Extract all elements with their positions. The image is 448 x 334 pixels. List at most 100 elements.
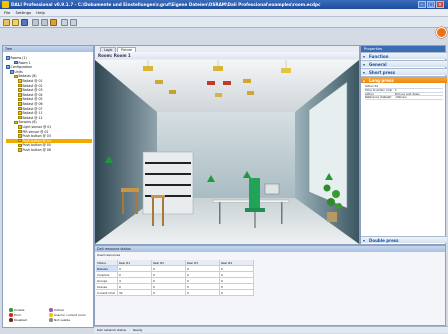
shelf-board-1	[145, 162, 191, 164]
legend-dot-icon	[9, 313, 13, 317]
ceiling-light-red-2[interactable]	[223, 81, 231, 85]
group-long-press[interactable]: ▴ Long press	[361, 76, 447, 83]
ceiling-light-red-1[interactable]	[207, 81, 215, 85]
tree-item-label: Ballast @ 04	[22, 92, 43, 97]
plant-leaf-1	[327, 198, 335, 206]
device-icon	[18, 143, 22, 148]
save-icon[interactable]	[21, 19, 28, 26]
chevron-down-icon: ▾	[363, 70, 366, 75]
folder-icon	[6, 65, 10, 69]
legend-item: Disabled	[9, 318, 27, 322]
tree-item-label: Sensors (6)	[18, 120, 37, 125]
legend-dot-icon	[9, 318, 13, 322]
folder-icon	[6, 56, 10, 60]
plant-leaf-4	[336, 203, 342, 209]
tree-item[interactable]: Push button @ 06	[6, 148, 92, 153]
device-icon	[18, 83, 22, 88]
group-general[interactable]: ▾ General	[361, 60, 447, 67]
redo-icon[interactable]	[70, 19, 77, 26]
new-file-icon[interactable]	[3, 19, 10, 26]
row-label[interactable]: Current (mA)	[96, 290, 118, 296]
table-cell: 32	[118, 290, 152, 296]
legend-label: Used in current room	[54, 313, 86, 317]
device-icon	[18, 115, 22, 120]
status-bar: Dali network status Ready	[94, 326, 448, 333]
legend-item: Error	[9, 313, 21, 317]
property-key: Reference (ballast)	[365, 96, 392, 100]
copy-icon[interactable]	[41, 19, 48, 26]
menu-file[interactable]: File	[4, 9, 10, 17]
bookshelf	[142, 151, 194, 215]
wooden-chair	[151, 195, 165, 198]
tree-item-label: Ballast @ 03	[22, 88, 43, 93]
shelf-board-3	[145, 184, 191, 186]
device-icon	[18, 97, 22, 102]
wooden-stool	[121, 188, 139, 192]
ceiling-light-2[interactable]	[213, 66, 223, 71]
stool-leg-1	[122, 192, 124, 214]
paste-icon[interactable]	[50, 19, 57, 26]
group-function-label: Function	[369, 54, 389, 59]
tree-panel: Tree Rooms (1) Room 1 Configuration Units Ba…	[2, 45, 94, 328]
tree-item-label: Ballast @ 06	[22, 101, 43, 106]
legend-label: Not usable	[54, 318, 71, 322]
ceiling-light-8[interactable]	[247, 91, 254, 95]
legend-item: Virtual	[49, 308, 64, 312]
close-button[interactable]: ×	[436, 1, 444, 8]
tree-item-label: Ballast @ 01	[22, 78, 43, 83]
legend-item: Used in current room	[49, 313, 86, 317]
tree-item-label: Push button @ 03	[22, 134, 51, 139]
open-folder-icon[interactable]	[12, 19, 19, 26]
room-title: Room: Room 1	[95, 52, 359, 59]
ceiling-light-5[interactable]	[243, 79, 251, 83]
folder-icon	[14, 60, 18, 65]
property-row[interactable]: Reference (ballast) <None>	[365, 96, 443, 101]
resource-status-panel: Dali resource status Used resources Stat…	[94, 245, 446, 326]
ceiling-light-4[interactable]	[155, 80, 163, 84]
tree-item-label: Units	[14, 69, 23, 74]
plant-leaf-3	[323, 184, 331, 192]
room-3d-view	[95, 60, 359, 244]
chevron-up-icon: ▴	[363, 78, 366, 83]
chevron-down-icon: ▾	[363, 54, 366, 59]
app-icon	[2, 1, 9, 8]
folder-icon	[10, 70, 14, 74]
tree-item-label: Rooms (1)	[10, 56, 27, 60]
property-value: <None>	[395, 96, 407, 100]
long-press-table: Action 01 Time to action (ms) 1 Action Dim u…	[365, 85, 443, 101]
group-double-press[interactable]: ▾ Double press	[361, 236, 447, 243]
stool-leg-2	[136, 192, 138, 214]
desk-leg-1	[219, 202, 221, 224]
ceiling-light-3[interactable]	[281, 68, 291, 73]
minimize-button[interactable]: –	[418, 1, 426, 8]
legend-dot-icon	[49, 308, 53, 312]
tree-item-label: Light sensor @ 01	[22, 124, 52, 129]
legend-label: Virtual	[54, 308, 64, 312]
table-cell: 0	[152, 290, 186, 296]
ceiling-light-6[interactable]	[169, 90, 176, 94]
property-value: Dim up and down	[395, 92, 420, 96]
device-icon	[18, 93, 22, 97]
chair-leg-1	[152, 198, 154, 226]
maximize-button[interactable]: □	[427, 1, 435, 8]
group-function[interactable]: ▾ Function	[361, 52, 447, 59]
green-office-chair	[249, 178, 260, 208]
menu-help[interactable]: Help	[36, 9, 45, 17]
undo-icon[interactable]	[61, 19, 68, 26]
shelf-board-2	[145, 173, 191, 175]
status-right: Ready	[133, 328, 143, 332]
chair-leg-2	[162, 198, 164, 226]
cut-icon[interactable]	[32, 19, 39, 26]
table-cell: 0	[186, 290, 220, 296]
tree-item-label: Ballast @ 07	[22, 106, 43, 111]
ceiling-light-7[interactable]	[215, 93, 222, 97]
device-icon	[18, 88, 22, 92]
menu-settings[interactable]: Settings	[16, 9, 32, 17]
device-icon	[18, 129, 22, 134]
group-short-press[interactable]: ▾ Short press	[361, 68, 447, 75]
ceiling-light-1[interactable]	[143, 66, 153, 71]
tree-item-label: PIR sensor @ 02	[22, 129, 49, 134]
used-resources-label: Used resources	[97, 253, 121, 257]
tree-item-label: Push button @ 04	[22, 138, 51, 143]
group-long-press-label: Long press	[369, 78, 394, 83]
